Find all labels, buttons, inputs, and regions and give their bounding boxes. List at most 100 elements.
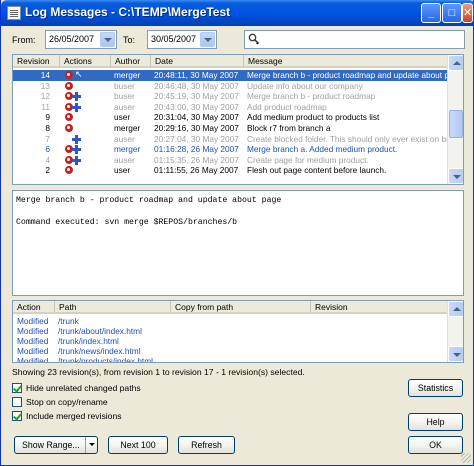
paths-list-scrollbar[interactable] [447, 301, 463, 362]
column-header-date[interactable]: Date [150, 55, 243, 68]
action-icons [65, 166, 73, 175]
action-icons [65, 92, 81, 102]
changed-path-row[interactable]: Modified/trunk [13, 316, 449, 326]
maximize-button[interactable]: □ [442, 3, 462, 23]
revision-date: 01:16:28, 26 May 2007 [154, 144, 239, 155]
minimize-button[interactable]: _ [421, 3, 441, 23]
revision-message: Update info about our company [247, 80, 363, 91]
scroll-up-icon[interactable] [448, 301, 463, 317]
revision-date: 20:43:00, 30 May 2007 [154, 101, 239, 112]
path-action: Modified [17, 336, 49, 346]
column-header-path[interactable]: Path [54, 301, 170, 314]
revision-message: Block r7 from branch a [247, 123, 331, 133]
title-bar[interactable]: Log Messages - C:\TEMP\MergeTest _ □ ✕ [1, 0, 474, 26]
checkbox-unchecked-icon[interactable] [12, 397, 22, 407]
changed-path-row[interactable]: Modified/trunk/news/index.html [13, 346, 449, 356]
revision-list[interactable]: Revision Actions Author Date Message 14 ↖… [12, 54, 464, 185]
revision-author: user [114, 112, 131, 123]
revision-author: merger [114, 123, 141, 133]
log-message-box[interactable]: Merge branch b - product roadmap and upd… [12, 190, 464, 296]
revision-row[interactable]: 14 ↖ merger 20:48:11, 30 May 2007 Merge bran… [13, 69, 449, 81]
column-header-copy-revision[interactable]: Revision [310, 301, 449, 314]
revision-author: buser [114, 91, 135, 102]
checkbox-checked-icon[interactable] [12, 383, 22, 393]
window-title: Log Messages - C:\TEMP\MergeTest [25, 5, 231, 19]
help-button[interactable]: Help [408, 413, 463, 431]
changed-path-row[interactable]: Modified/trunk/about/index.html [13, 326, 449, 336]
column-header-author[interactable]: Author [110, 55, 150, 68]
ok-button[interactable]: OK [408, 436, 463, 454]
revision-message: Merge branch b - product roadmap [247, 91, 376, 102]
modified-icon [65, 124, 73, 132]
column-header-actions[interactable]: Actions [59, 55, 110, 68]
chevron-down-icon[interactable] [85, 437, 97, 453]
column-header-message[interactable]: Message [243, 55, 449, 68]
status-text: Showing 23 revision(s), from revision 1 … [12, 367, 305, 377]
revision-row[interactable]: 4 auser 01:15:35, 26 May 2007 Create page f… [13, 155, 449, 166]
changed-path-row[interactable]: Modified/trunk/index.html [13, 336, 449, 346]
revision-row[interactable]: 12 buser 20:45:19, 30 May 2007 Merge branch… [13, 91, 449, 102]
next-100-button[interactable]: Next 100 [108, 436, 168, 454]
revision-row[interactable]: 6 merger 01:16:28, 26 May 2007 Merge branch… [13, 144, 449, 155]
revision-row[interactable]: 7 auser 20:27:04, 30 May 2007 Create blocke… [13, 134, 449, 145]
path-action: Modified [17, 316, 49, 326]
added-icon [72, 102, 81, 112]
revision-date: 01:11:55, 26 May 2007 [154, 165, 239, 176]
revision-message: Create blocked folder. This should only … [247, 133, 449, 144]
search-icon[interactable] [248, 33, 260, 45]
revision-message: Merge branch a. Added medium product. [247, 144, 398, 155]
checkbox-checked-icon[interactable] [12, 411, 22, 421]
scroll-up-icon[interactable] [448, 55, 463, 71]
search-input[interactable] [244, 30, 465, 49]
revision-list-scrollbar[interactable] [447, 55, 463, 184]
revision-author: user [114, 165, 131, 176]
resize-grip-icon[interactable] [461, 453, 471, 463]
scroll-thumb[interactable] [449, 110, 463, 138]
action-icons [65, 81, 73, 91]
column-header-revision[interactable]: Revision [13, 55, 59, 68]
revision-row[interactable]: 9 user 20:31:04, 30 May 2007 Add medium pro… [13, 112, 449, 123]
close-button[interactable]: ✕ [462, 3, 473, 23]
modified-icon [65, 166, 73, 175]
log-window-icon [7, 6, 21, 20]
revision-message: Add product roadmap [247, 101, 327, 112]
revision-message: Merge branch b - product roadmap and upd… [247, 70, 449, 80]
chevron-down-icon[interactable] [200, 32, 215, 47]
revision-row[interactable]: 2 user 01:11:55, 26 May 2007 Flesh out page… [13, 165, 449, 176]
action-icons [65, 134, 81, 144]
chevron-down-icon[interactable] [100, 32, 115, 47]
scroll-down-icon[interactable] [448, 168, 463, 184]
checkbox-label: Stop on copy/rename [26, 397, 108, 407]
show-range-button[interactable]: Show Range... [14, 436, 98, 454]
revision-author: buser [114, 80, 135, 91]
message-line: Merge branch b - product roadmap and upd… [16, 196, 282, 205]
changed-paths-list[interactable]: Action Path Copy from path Revision Modi… [12, 300, 464, 363]
column-header-action[interactable]: Action [13, 301, 54, 314]
revision-author: merger [114, 70, 141, 80]
revision-row[interactable]: 11 auser 20:43:00, 30 May 2007 Add product … [13, 102, 449, 113]
from-label: From: [12, 35, 36, 45]
modified-icon [65, 113, 73, 122]
action-icons [65, 155, 81, 165]
statistics-button[interactable]: Statistics [408, 379, 463, 397]
action-icons: ↖ [65, 69, 83, 80]
checkbox-label: Hide unrelated changed paths [26, 383, 141, 393]
path-value: /trunk/about/index.html [58, 326, 142, 336]
scroll-down-icon[interactable] [448, 346, 463, 362]
added-icon [72, 145, 81, 155]
changed-path-row[interactable]: Modified/trunk/products/index.html [13, 356, 449, 362]
refresh-button[interactable]: Refresh [178, 436, 235, 454]
revision-number: 9 [45, 112, 50, 123]
revision-author: auser [114, 101, 135, 112]
show-range-label: Show Range... [22, 440, 80, 450]
checkbox-label: Include merged revisions [26, 411, 122, 421]
revision-row[interactable]: 8 merger 20:29:16, 30 May 2007 Block r7 fro… [13, 123, 449, 134]
column-header-copy-from-path[interactable]: Copy from path [170, 301, 310, 314]
log-messages-window: Log Messages - C:\TEMP\MergeTest _ □ ✕ F… [0, 0, 474, 466]
revision-date: 20:27:04, 30 May 2007 [154, 133, 239, 144]
to-date-picker[interactable]: 30/05/2007 [147, 30, 217, 49]
revision-message: Flesh out page content before launch. [247, 165, 387, 176]
revision-row[interactable]: 13 buser 20:46:48, 30 May 2007 Update info … [13, 81, 449, 92]
to-label: To: [123, 35, 136, 45]
from-date-picker[interactable]: 26/05/2007 [45, 30, 117, 49]
